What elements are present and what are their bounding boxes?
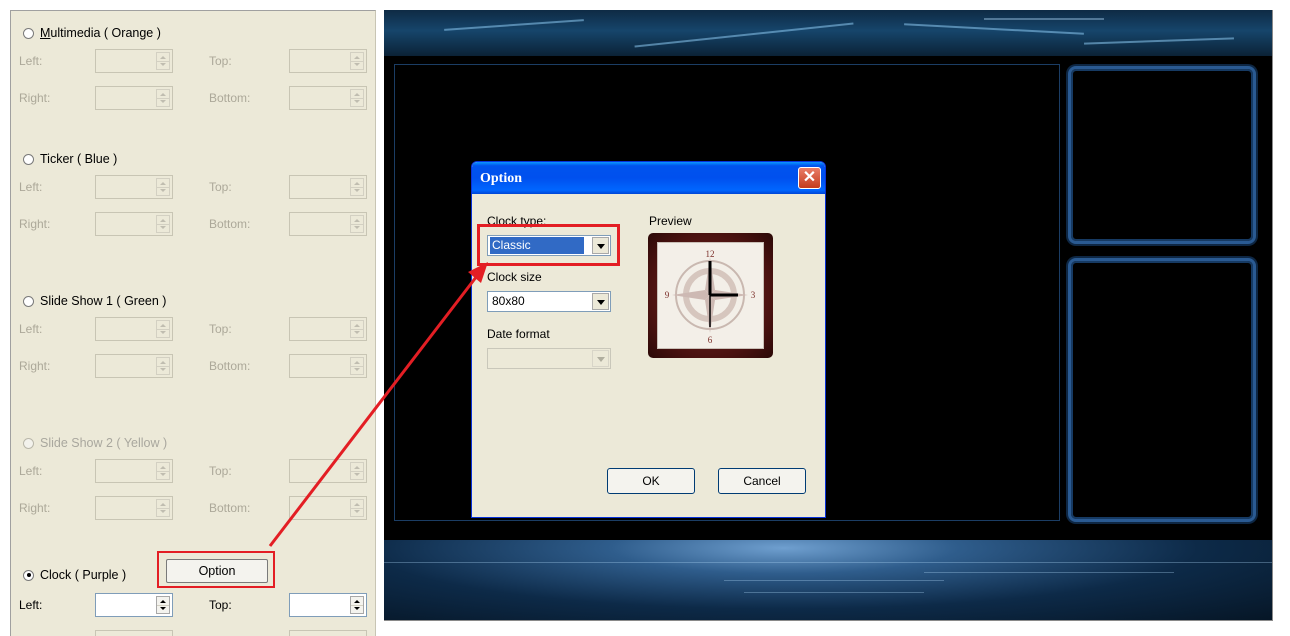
side-zone-top: [1068, 66, 1256, 244]
spinner-buttons-icon[interactable]: [350, 357, 364, 375]
top-label: Top:: [209, 598, 232, 612]
clock-left-spinner[interactable]: [95, 593, 173, 617]
right-label: Right:: [19, 217, 51, 231]
bottom-label: Bottom:: [209, 359, 251, 373]
slideshow2-bottom-spinner: [289, 496, 367, 520]
slideshow2-right-spinner: [95, 496, 173, 520]
radio-slideshow-2: Slide Show 2 ( Yellow ): [23, 434, 167, 452]
preview-label: Preview: [649, 214, 692, 228]
left-label: Left:: [19, 322, 43, 336]
spinner-buttons-icon[interactable]: [156, 178, 170, 196]
left-label: Left:: [19, 54, 43, 68]
bottom-label: Bottom:: [209, 501, 251, 515]
multimedia-right-spinner[interactable]: [95, 86, 173, 110]
date-format-label: Date format: [487, 327, 550, 341]
bottom-label: Bottom:: [209, 91, 251, 105]
radio-ticker-label: Ticker ( Blue ): [40, 152, 118, 166]
spinner-buttons-icon: [156, 462, 170, 480]
clock-right-spinner[interactable]: [95, 630, 173, 636]
spinner-buttons-icon[interactable]: [156, 596, 170, 614]
ok-button[interactable]: OK: [607, 468, 695, 494]
radio-multimedia-label: Multimedia ( Orange ): [40, 26, 161, 40]
slideshow1-right-spinner[interactable]: [95, 354, 173, 378]
ticker-bottom-spinner[interactable]: [289, 212, 367, 236]
radio-button-icon[interactable]: [23, 295, 34, 307]
radio-multimedia[interactable]: Multimedia ( Orange ): [23, 24, 161, 42]
dialog-title: Option: [480, 171, 523, 186]
slideshow1-left-spinner[interactable]: [95, 317, 173, 341]
clock-numeral-12: 12: [706, 249, 715, 259]
radio-button-checked-icon[interactable]: [23, 569, 34, 581]
top-banner: [384, 10, 1272, 56]
multimedia-top-spinner[interactable]: [289, 49, 367, 73]
clock-type-highlight: [477, 224, 620, 266]
spinner-buttons-icon[interactable]: [156, 357, 170, 375]
ticker-top-spinner[interactable]: [289, 175, 367, 199]
clock-size-value: 80x80: [492, 294, 525, 308]
dialog-titlebar[interactable]: Option ✕: [472, 162, 825, 194]
clock-size-label: Clock size: [487, 270, 542, 284]
bottom-label: Bottom:: [209, 217, 251, 231]
radio-clock-label: Clock ( Purple ): [40, 568, 127, 582]
slideshow2-left-spinner: [95, 459, 173, 483]
left-label: Left:: [19, 464, 43, 478]
date-format-value: [490, 350, 494, 367]
radio-slideshow-2-label: Slide Show 2 ( Yellow ): [40, 436, 168, 450]
multimedia-left-spinner[interactable]: [95, 49, 173, 73]
radio-clock[interactable]: Clock ( Purple ): [23, 566, 126, 584]
clock-size-select[interactable]: 80x80: [487, 291, 611, 312]
clock-numeral-3: 3: [751, 290, 756, 300]
dropdown-arrow-icon: [592, 350, 609, 367]
right-label: Right:: [19, 91, 51, 105]
spinner-buttons-icon[interactable]: [350, 596, 364, 614]
top-label: Top:: [209, 180, 232, 194]
radio-slideshow-1-label: Slide Show 1 ( Green ): [40, 294, 167, 308]
top-label: Top:: [209, 322, 232, 336]
ticker-left-spinner[interactable]: [95, 175, 173, 199]
radio-button-icon[interactable]: [23, 153, 34, 165]
close-icon[interactable]: ✕: [798, 167, 821, 189]
radio-slideshow-1[interactable]: Slide Show 1 ( Green ): [23, 292, 166, 310]
spinner-buttons-icon: [156, 499, 170, 517]
spinner-buttons-icon[interactable]: [350, 52, 364, 70]
slideshow1-bottom-spinner[interactable]: [289, 354, 367, 378]
spinner-buttons-icon[interactable]: [156, 215, 170, 233]
dropdown-arrow-icon[interactable]: [592, 293, 609, 310]
option-button-highlight: [157, 551, 275, 588]
multimedia-bottom-spinner[interactable]: [289, 86, 367, 110]
clock-top-spinner[interactable]: [289, 593, 367, 617]
right-label: Right:: [19, 501, 51, 515]
slideshow1-top-spinner[interactable]: [289, 317, 367, 341]
spinner-buttons-icon[interactable]: [156, 320, 170, 338]
spinner-buttons-icon[interactable]: [350, 215, 364, 233]
ticker-right-spinner[interactable]: [95, 212, 173, 236]
clock-face-icon: 12 3 6 9: [657, 242, 764, 349]
spinner-buttons-icon: [350, 462, 364, 480]
top-label: Top:: [209, 464, 232, 478]
radio-ticker[interactable]: Ticker ( Blue ): [23, 150, 117, 168]
spinner-buttons-icon[interactable]: [156, 89, 170, 107]
left-label: Left:: [19, 180, 43, 194]
left-label: Left:: [19, 598, 43, 612]
spinner-buttons-icon[interactable]: [156, 52, 170, 70]
slideshow2-top-spinner: [289, 459, 367, 483]
radio-button-icon[interactable]: [23, 27, 34, 39]
spinner-buttons-icon[interactable]: [350, 320, 364, 338]
clock-bottom-spinner[interactable]: [289, 630, 367, 636]
radio-button-icon: [23, 437, 34, 449]
right-label: Right:: [19, 359, 51, 373]
side-zone-bottom: [1068, 258, 1256, 522]
region-settings-panel: Multimedia ( Orange ) Left: Top: Right: …: [10, 10, 376, 636]
bottom-banner: [384, 540, 1272, 620]
clock-numeral-9: 9: [665, 290, 670, 300]
cancel-button[interactable]: Cancel: [718, 468, 806, 494]
date-format-select: [487, 348, 611, 369]
spinner-buttons-icon[interactable]: [350, 178, 364, 196]
spinner-buttons-icon[interactable]: [350, 89, 364, 107]
clock-numeral-6: 6: [708, 335, 713, 345]
clock-preview: 12 3 6 9: [648, 233, 773, 358]
spinner-buttons-icon: [350, 499, 364, 517]
top-label: Top:: [209, 54, 232, 68]
